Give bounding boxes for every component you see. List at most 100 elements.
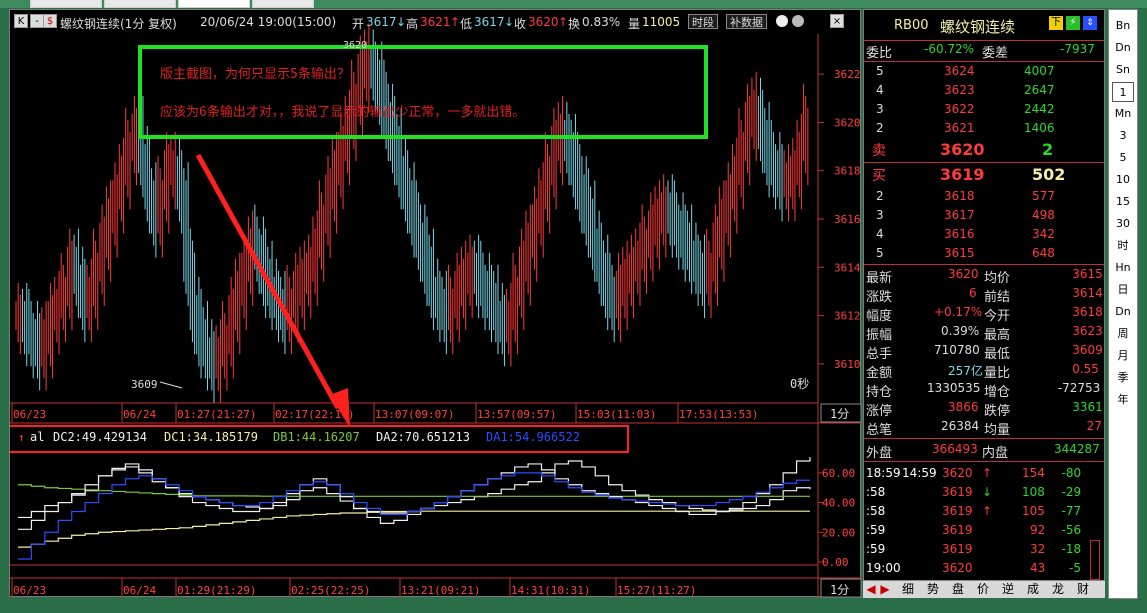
sidebar-item[interactable]: 月	[1112, 346, 1134, 366]
stat-value: +0.17%	[934, 305, 983, 319]
ask-row[interactable]: 4 3623 2647	[864, 82, 1104, 101]
sidebar-item[interactable]: 季	[1112, 368, 1134, 388]
down-icon[interactable]: 下	[1049, 16, 1063, 30]
ask-vol: 2647	[1024, 83, 1055, 97]
close-value: 3620	[528, 15, 559, 29]
ask-row[interactable]: 5 3624 4007	[864, 63, 1104, 82]
sidebar-item[interactable]: 年	[1112, 390, 1134, 410]
outer-label: 外盘	[866, 446, 893, 461]
tick-row[interactable]: :58 3619 ↑ 105 -77	[864, 503, 1104, 522]
low-value: 3617	[474, 15, 505, 29]
sidebar-item[interactable]: Dn	[1112, 38, 1134, 58]
stat-row[interactable]: 总手 710780 最低 3609	[864, 342, 1104, 362]
bid-price: 3615	[944, 246, 975, 260]
stat-label: 涨跌	[866, 290, 893, 305]
x-tick-label: 15:03(11:03)	[577, 408, 656, 421]
ask-level: 2	[876, 121, 884, 135]
stat-value: 6	[969, 286, 977, 300]
top-tab[interactable]	[252, 0, 314, 8]
sidebar-item[interactable]: 3	[1112, 126, 1134, 146]
sidebar-item[interactable]: 时	[1112, 236, 1134, 256]
stat-row[interactable]: 幅度 +0.17% 今开 3618	[864, 304, 1104, 324]
clock-icon[interactable]	[792, 15, 804, 27]
close-icon[interactable]: ×	[830, 14, 844, 28]
supplement-button[interactable]: 补数据	[726, 14, 767, 29]
bottom-tab[interactable]: 盘	[947, 581, 969, 597]
bottom-tab[interactable]: 价	[972, 581, 994, 597]
k-button[interactable]: K	[14, 14, 28, 28]
volume-label: 量	[628, 17, 641, 31]
top-tab-active[interactable]	[178, 0, 250, 8]
settings-icon[interactable]	[776, 15, 788, 27]
ask-row[interactable]: 2 3621 1406	[864, 120, 1104, 139]
bid-row[interactable]: 2 3618 577	[864, 188, 1104, 207]
sidebar-item[interactable]: 1	[1112, 82, 1134, 102]
sidebar-item[interactable]: Mn	[1112, 104, 1134, 124]
outer-inner-row: 外盘 366493 内盘 344287	[864, 441, 1104, 461]
volume-value: 11005	[642, 15, 681, 29]
bolt-icon[interactable]: ⚡	[1066, 16, 1080, 30]
sell1-row[interactable]: 卖 3620 2	[864, 139, 1104, 161]
minus-icon[interactable]: -	[30, 14, 44, 28]
up-arrow-icon: ↑	[558, 15, 569, 29]
sidebar-item[interactable]: 15	[1112, 192, 1134, 212]
stat-label: 前结	[984, 290, 1011, 305]
sidebar-item[interactable]: Bn	[1112, 16, 1134, 36]
scrollbar[interactable]	[1090, 540, 1100, 580]
tick-row[interactable]: 18:59 14:59 3620 ↑ 154 -80	[864, 465, 1104, 484]
stat-row[interactable]: 振幅 0.39% 最高 3623	[864, 323, 1104, 343]
bid-row[interactable]: 5 3615 648	[864, 245, 1104, 264]
bottom-tab[interactable]: 财	[1072, 581, 1094, 597]
tick-price: 3620	[942, 561, 973, 575]
tick-row[interactable]: :58 3619 ↓ 108 -29	[864, 484, 1104, 503]
bottom-tab[interactable]: 势	[922, 581, 944, 597]
prev-arrow-icon[interactable]: ◀	[865, 581, 877, 597]
bid-row[interactable]: 3 3617 498	[864, 207, 1104, 226]
bottom-tab[interactable]: 龙	[1047, 581, 1069, 597]
dollar-icon[interactable]: $	[43, 14, 57, 28]
stat-value: 3614	[1072, 286, 1103, 300]
sidebar-item[interactable]: 周	[1112, 324, 1134, 344]
bid-vol: 498	[1032, 208, 1055, 222]
app-window: 3610 3612 3614 3616 3618 3620 3622 06/23 06/24 0…	[0, 0, 1147, 613]
stat-row[interactable]: 总笔 26384 均量 27	[864, 418, 1104, 438]
stat-row[interactable]: 金额 257亿 量比 0.55	[864, 361, 1104, 381]
stat-row[interactable]: 涨跌 6 前结 3614	[864, 285, 1104, 305]
stat-value: 3623	[1072, 324, 1103, 338]
period-button[interactable]: 时段	[688, 14, 718, 29]
indicator-arrow-icon: ↑	[18, 431, 25, 444]
tick-row[interactable]: :59 3619 92 -56	[864, 522, 1104, 541]
bid-row[interactable]: 4 3616 342	[864, 226, 1104, 245]
sidebar-item[interactable]: Dn	[1112, 302, 1134, 322]
ask-price: 3621	[944, 121, 975, 135]
sidebar-item[interactable]: 5	[1112, 148, 1134, 168]
weicha-label: 委差	[982, 46, 1009, 61]
chart-toolbar: K - $ 螺纹钢连续(1分 复权) 20/06/24 19:00(15:00)…	[10, 10, 862, 34]
tick-row[interactable]: :59 3619 32 -18	[864, 541, 1104, 560]
bottom-tab[interactable]: 逆	[997, 581, 1019, 597]
ind-x-tick-label: 06/24	[123, 584, 156, 597]
tick-price: 3619	[942, 523, 973, 537]
bottom-tab[interactable]: 成	[1022, 581, 1044, 597]
stat-row[interactable]: 持仓 1330535 增仓 -72753	[864, 380, 1104, 400]
stat-row[interactable]: 最新 3620 均价 3615	[864, 266, 1104, 286]
updown-icon[interactable]: ⇕	[1083, 16, 1097, 30]
tick-row[interactable]: 19:00 3620 43 -5	[864, 560, 1104, 579]
ask-row[interactable]: 3 3622 2442	[864, 101, 1104, 120]
stat-row[interactable]: 涨停 3866 跌停 3361	[864, 399, 1104, 419]
quote-panel: RB00 螺纹钢连续 下 ⚡ ⇕ 委比 -60.72% 委差 -7937 5 36…	[863, 9, 1105, 597]
top-tab[interactable]	[30, 0, 102, 8]
bid-level: 5	[876, 246, 884, 260]
sidebar-item[interactable]: 30	[1112, 214, 1134, 234]
sidebar-item[interactable]: 日	[1112, 280, 1134, 300]
chart-panel: 3610 3612 3614 3616 3618 3620 3622 06/23 06/24 0…	[9, 9, 862, 598]
next-arrow-icon[interactable]: ▶	[879, 581, 891, 597]
top-tab[interactable]	[104, 0, 176, 8]
stat-label: 跌停	[984, 404, 1011, 419]
buy1-row[interactable]: 买 3619 502	[864, 164, 1104, 186]
sidebar-item[interactable]: Sn	[1112, 60, 1134, 80]
bottom-tab[interactable]: 细	[897, 581, 919, 597]
tick-price: 3619	[942, 504, 973, 518]
sidebar-item[interactable]: Hn	[1112, 258, 1134, 278]
sidebar-item[interactable]: 10	[1112, 170, 1134, 190]
